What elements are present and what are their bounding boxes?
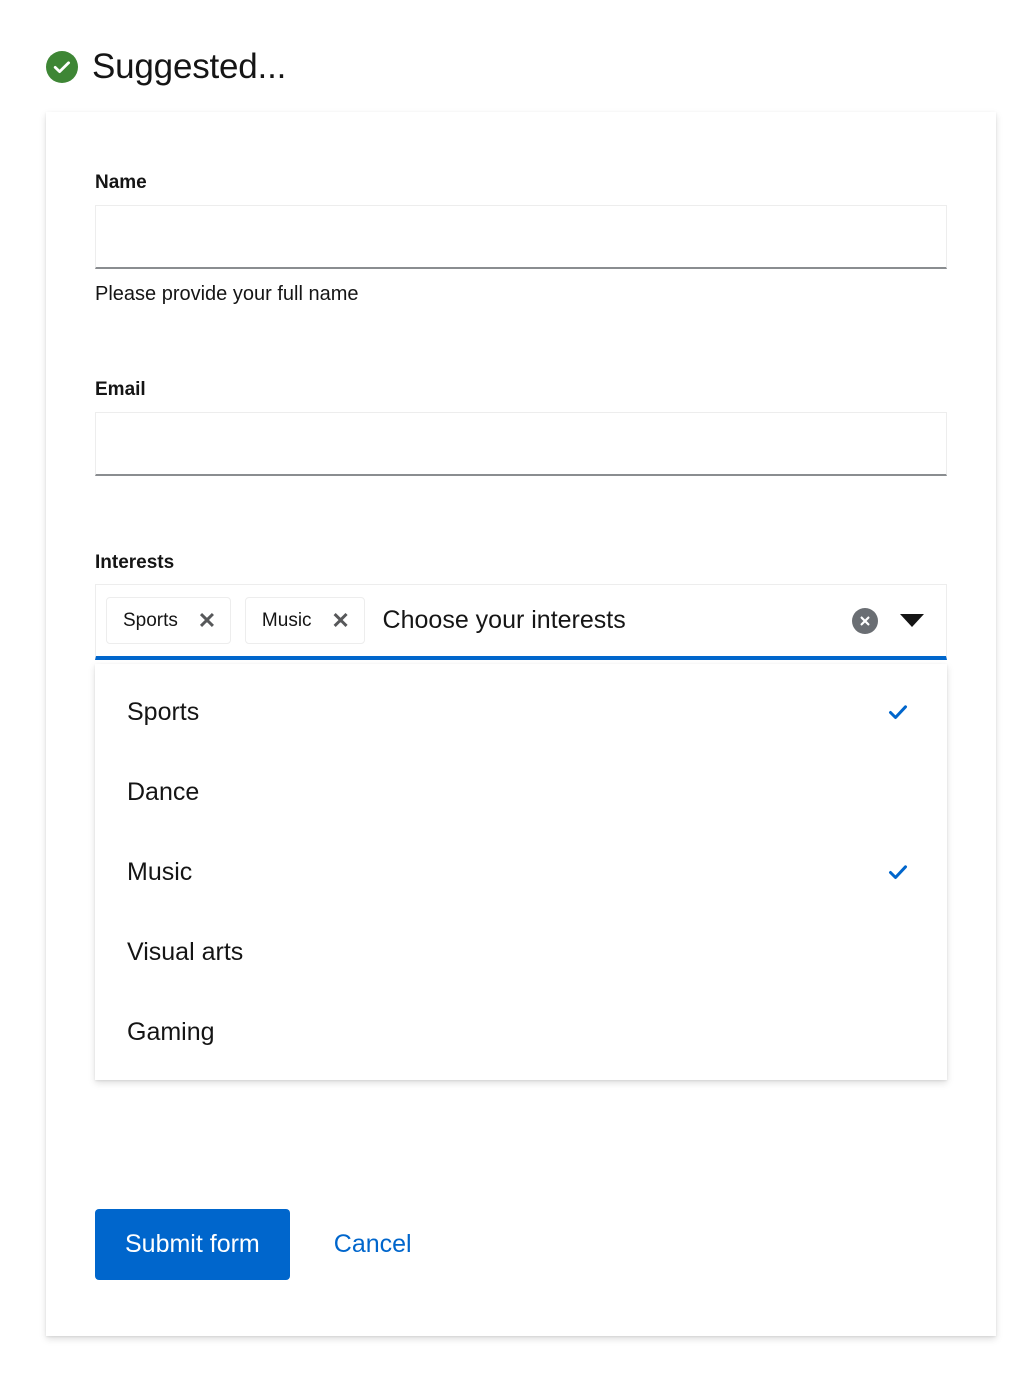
option-music[interactable]: Music: [95, 832, 947, 912]
option-visual-arts[interactable]: Visual arts: [95, 912, 947, 992]
form-card: Name Please provide your full name Email…: [46, 112, 996, 1336]
close-icon[interactable]: ✕: [328, 608, 354, 634]
email-label: Email: [95, 379, 947, 402]
option-label: Dance: [127, 780, 199, 805]
chip-label: Sports: [123, 611, 178, 630]
caret-shape: [900, 614, 924, 627]
interests-chip-group: Sports ✕ Music ✕: [106, 597, 365, 644]
option-label: Visual arts: [127, 940, 243, 965]
email-input[interactable]: [95, 412, 947, 476]
option-label: Sports: [127, 700, 199, 725]
chip-sports[interactable]: Sports ✕: [106, 597, 231, 644]
option-dance[interactable]: Dance: [95, 752, 947, 832]
name-helper-text: Please provide your full name: [95, 281, 947, 307]
page-root: Suggested... Name Please provide your fu…: [0, 0, 1036, 1392]
option-label: Music: [127, 860, 192, 885]
form-group-name: Name Please provide your full name: [95, 172, 947, 307]
interests-placeholder[interactable]: Choose your interests: [365, 608, 852, 633]
form-action-bar: Submit form Cancel: [95, 1209, 432, 1280]
chevron-down-icon[interactable]: [900, 609, 924, 633]
name-input[interactable]: [95, 205, 947, 269]
close-icon[interactable]: ✕: [194, 608, 220, 634]
submit-form-button[interactable]: Submit form: [95, 1209, 290, 1280]
form-card-body: Name Please provide your full name Email…: [95, 172, 947, 660]
check-icon: [885, 699, 911, 725]
spacer: [95, 476, 947, 552]
check-icon: [885, 859, 911, 885]
interests-label: Interests: [95, 552, 947, 575]
interests-select-actions: [852, 608, 936, 634]
clear-all-icon[interactable]: [852, 608, 878, 634]
option-sports[interactable]: Sports: [95, 672, 947, 752]
interests-select-toggle[interactable]: Sports ✕ Music ✕ Choose your interests: [95, 584, 947, 660]
interests-option-menu: Sports Dance Music: [95, 664, 947, 1080]
cancel-button[interactable]: Cancel: [314, 1209, 432, 1280]
name-label: Name: [95, 172, 947, 195]
page-title: Suggested...: [92, 49, 286, 84]
spacer: [95, 307, 947, 379]
chip-music[interactable]: Music ✕: [245, 597, 365, 644]
page-header: Suggested...: [46, 26, 286, 108]
check-circle-icon: [46, 51, 78, 83]
option-gaming[interactable]: Gaming: [95, 992, 947, 1072]
form-group-email: Email: [95, 379, 947, 476]
chip-label: Music: [262, 611, 312, 630]
interests-multiselect: Sports ✕ Music ✕ Choose your interests: [95, 584, 947, 660]
option-label: Gaming: [127, 1020, 215, 1045]
form-group-interests: Interests Sports ✕ Music ✕: [95, 552, 947, 661]
